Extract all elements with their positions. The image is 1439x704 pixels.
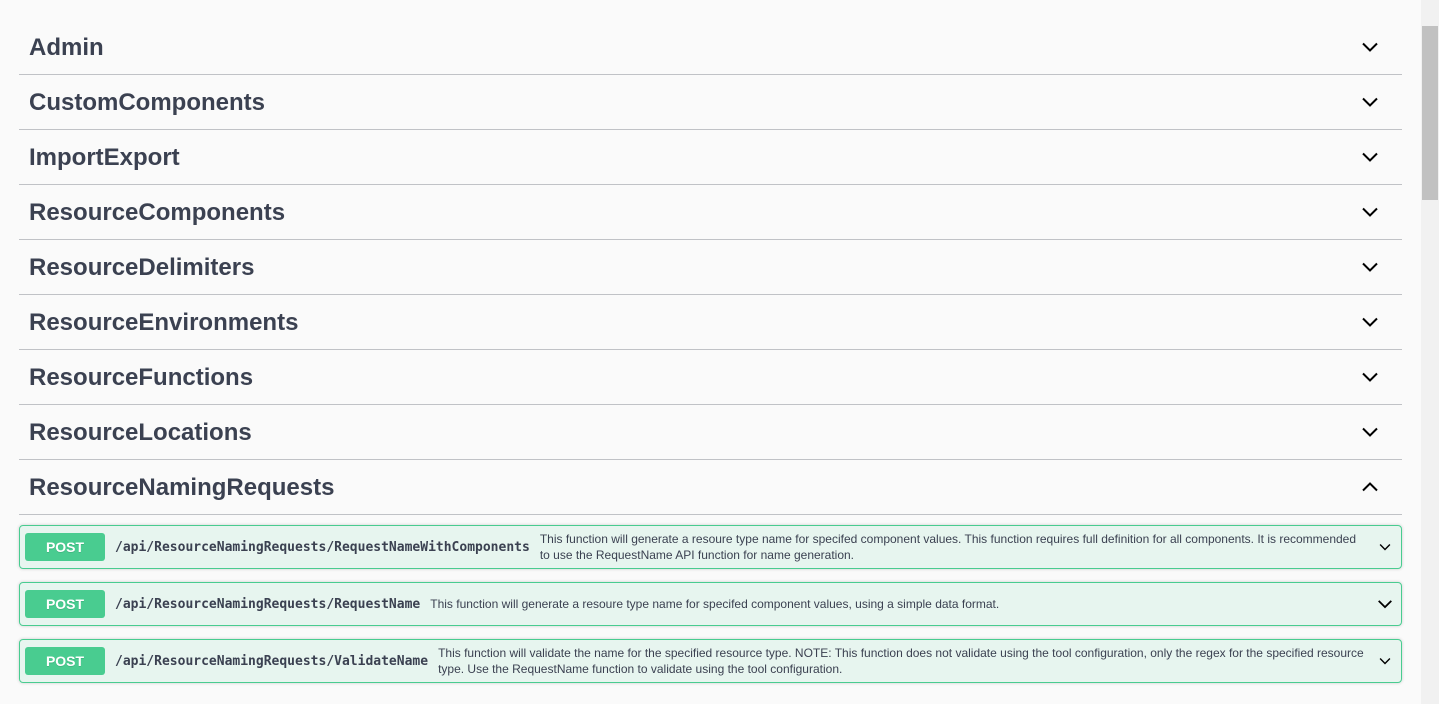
- tag-title: ResourceComponents: [29, 199, 286, 226]
- chevron-down-icon[interactable]: [1360, 202, 1380, 222]
- operation-path: /api/ResourceNamingRequests/ValidateName: [115, 653, 429, 669]
- tag-title: ResourceFunctions: [29, 364, 254, 391]
- operation-post-requestname[interactable]: POST /api/ResourceNamingRequests/Request…: [19, 582, 1402, 626]
- tag-section-resourceenvironments[interactable]: ResourceEnvironments: [19, 295, 1402, 350]
- swagger-page: Admin CustomComponents ImportExport Reso…: [0, 0, 1421, 704]
- vertical-scrollbar[interactable]: [1421, 0, 1439, 704]
- tag-section-resourcecomponents[interactable]: ResourceComponents: [19, 185, 1402, 240]
- chevron-down-icon[interactable]: [1376, 652, 1394, 670]
- tag-title: ResourceEnvironments: [29, 309, 299, 336]
- chevron-down-icon[interactable]: [1360, 147, 1380, 167]
- scrollbar-thumb[interactable]: [1422, 26, 1438, 200]
- tag-section-importexport[interactable]: ImportExport: [19, 130, 1402, 185]
- operation-post-requestnamewithcomponents[interactable]: POST /api/ResourceNamingRequests/Request…: [19, 525, 1402, 569]
- chevron-down-icon[interactable]: [1360, 422, 1380, 442]
- tag-section-resourcefunctions[interactable]: ResourceFunctions: [19, 350, 1402, 405]
- chevron-down-icon[interactable]: [1360, 367, 1380, 387]
- method-badge-post: POST: [25, 533, 105, 561]
- tag-section-admin[interactable]: Admin: [19, 20, 1402, 75]
- tag-section-resourcenamingrequests[interactable]: ResourceNamingRequests: [19, 460, 1402, 515]
- tag-title: ResourceDelimiters: [29, 254, 255, 281]
- method-badge-post: POST: [25, 590, 105, 618]
- operation-path: /api/ResourceNamingRequests/RequestNameW…: [115, 539, 530, 555]
- operation-list: POST /api/ResourceNamingRequests/Request…: [19, 525, 1402, 696]
- operation-post-validatename[interactable]: POST /api/ResourceNamingRequests/Validat…: [19, 639, 1402, 683]
- chevron-up-icon[interactable]: [1360, 477, 1380, 497]
- operation-description: This function will generate a resoure ty…: [539, 532, 1357, 562]
- tag-title: ResourceLocations: [29, 419, 252, 446]
- tag-section-customcomponents[interactable]: CustomComponents: [19, 75, 1402, 130]
- chevron-down-icon[interactable]: [1360, 92, 1380, 112]
- tag-title: ImportExport: [29, 144, 180, 171]
- chevron-down-icon[interactable]: [1376, 595, 1394, 613]
- tag-list: Admin CustomComponents ImportExport Reso…: [19, 20, 1402, 515]
- operation-description: This function will generate a resoure ty…: [430, 597, 1000, 611]
- chevron-down-icon[interactable]: [1360, 257, 1380, 277]
- tag-section-resourcelocations[interactable]: ResourceLocations: [19, 405, 1402, 460]
- operation-description: This function will validate the name for…: [438, 646, 1364, 676]
- operation-path: /api/ResourceNamingRequests/RequestName: [115, 596, 421, 612]
- tag-title: ResourceNamingRequests: [29, 474, 335, 501]
- chevron-down-icon[interactable]: [1360, 312, 1380, 332]
- method-badge-post: POST: [25, 647, 105, 675]
- chevron-down-icon[interactable]: [1360, 37, 1380, 57]
- chevron-down-icon[interactable]: [1376, 538, 1394, 556]
- tag-section-resourcedelimiters[interactable]: ResourceDelimiters: [19, 240, 1402, 295]
- tag-title: CustomComponents: [29, 89, 265, 116]
- tag-title: Admin: [29, 34, 104, 61]
